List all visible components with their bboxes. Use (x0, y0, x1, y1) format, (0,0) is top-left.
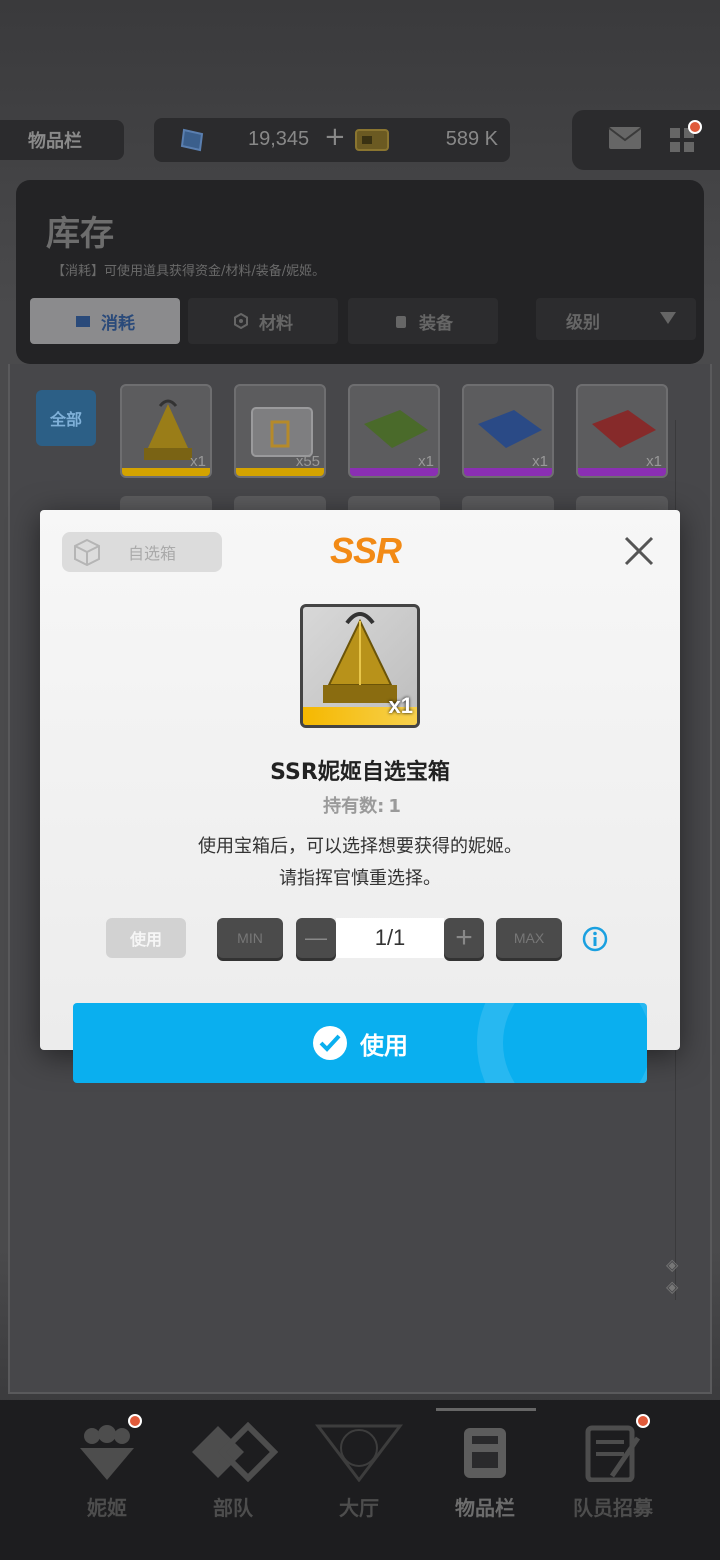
increase-button[interactable]: + (444, 918, 484, 958)
rarity-label: SSR (330, 530, 402, 571)
decrease-button[interactable]: — (296, 918, 336, 958)
item-description-line-2: 请指挥官慎重选择。 (279, 868, 441, 889)
max-button[interactable]: MAX (496, 918, 562, 958)
min-button[interactable]: MIN (217, 918, 283, 958)
close-icon[interactable] (622, 534, 656, 568)
quantity-field[interactable]: 1/1 (336, 918, 444, 958)
info-icon[interactable] (582, 926, 608, 952)
use-label-button[interactable]: 使用 (106, 918, 186, 958)
item-description-line-1: 使用宝箱后，可以选择想要获得的妮姬。 (198, 836, 522, 857)
confirm-use-button[interactable]: 使用 (73, 1003, 647, 1083)
owned-count: 持有数: 1 (323, 796, 401, 817)
item-preview: x1 (300, 604, 420, 728)
box-icon (74, 538, 100, 567)
item-name: SSR妮姬自选宝箱 (270, 760, 450, 785)
check-circle-icon (313, 1026, 347, 1060)
item-type-tag: 自选箱 (62, 532, 222, 572)
item-use-dialog: 自选箱 SSR x1 SSR妮姬自选宝箱 持有数: 1 使用宝箱后，可以选择想要获… (40, 510, 680, 1050)
